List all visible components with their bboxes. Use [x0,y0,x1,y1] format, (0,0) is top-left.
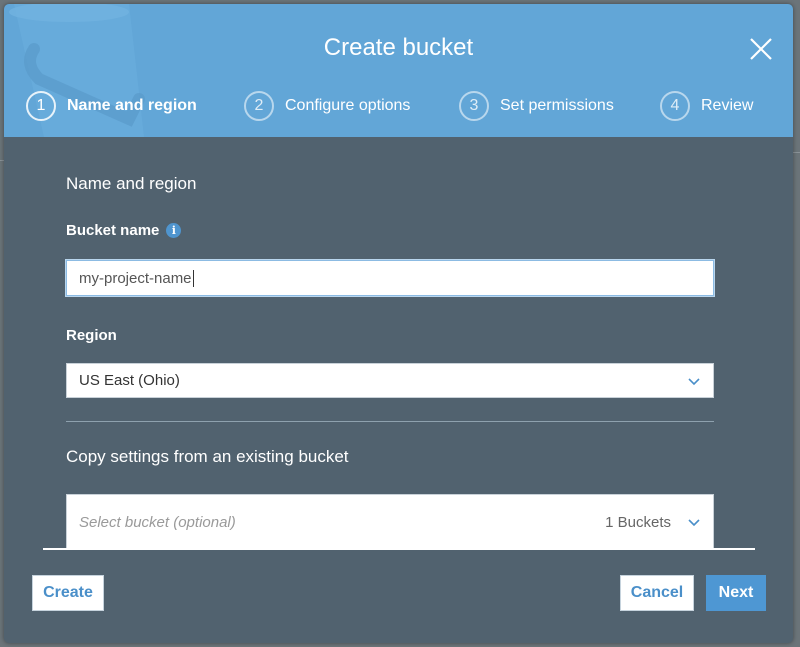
create-bucket-dialog: Create bucket 1 Name and region 2 Config… [4,4,793,643]
bucket-name-label: Bucket name i [66,222,182,239]
scroll-boundary-line [43,548,755,550]
close-icon[interactable] [746,34,776,64]
section-title: Name and region [66,174,197,193]
step-review[interactable]: 4 Review [660,91,753,121]
copy-settings-title: Copy settings from an existing bucket [66,447,349,466]
create-button[interactable]: Create [32,575,104,611]
backdrop-divider [793,152,800,153]
region-label: Region [66,327,117,344]
bucket-count: 1 Buckets [605,513,671,531]
existing-bucket-select[interactable]: Select bucket (optional) 1 Buckets [66,494,714,550]
step-configure-options[interactable]: 2 Configure options [244,91,410,121]
dialog-title: Create bucket [323,34,474,61]
dialog-body: Name and region Bucket name i my-project… [4,137,793,550]
step-label: Review [701,97,754,114]
wizard-steps: 1 Name and region 2 Configure options 3 … [4,91,793,125]
info-icon[interactable]: i [166,223,182,238]
bucket-name-input[interactable]: my-project-name [66,260,714,296]
next-button[interactable]: Next [706,575,766,611]
section-divider [66,421,714,422]
bucket-name-value: my-project-name [79,269,192,287]
step-number-badge: 2 [244,91,274,121]
step-name-and-region[interactable]: 1 Name and region [26,91,197,121]
bucket-select-placeholder: Select bucket (optional) [79,513,236,531]
text-caret [192,269,194,287]
step-set-permissions[interactable]: 3 Set permissions [459,91,614,121]
chevron-down-icon [688,519,700,527]
dialog-header: Create bucket 1 Name and region 2 Config… [4,4,793,137]
step-label: Name and region [67,97,197,114]
chevron-down-icon [688,377,700,385]
region-select[interactable]: US East (Ohio) [66,363,714,398]
step-label: Set permissions [500,97,614,114]
region-selected-value: US East (Ohio) [79,372,180,389]
step-number-badge: 3 [459,91,489,121]
step-number-badge: 1 [26,91,56,121]
cancel-button[interactable]: Cancel [620,575,694,611]
step-label: Configure options [285,97,411,114]
bucket-name-label-text: Bucket name [66,222,160,239]
step-number-badge: 4 [660,91,690,121]
